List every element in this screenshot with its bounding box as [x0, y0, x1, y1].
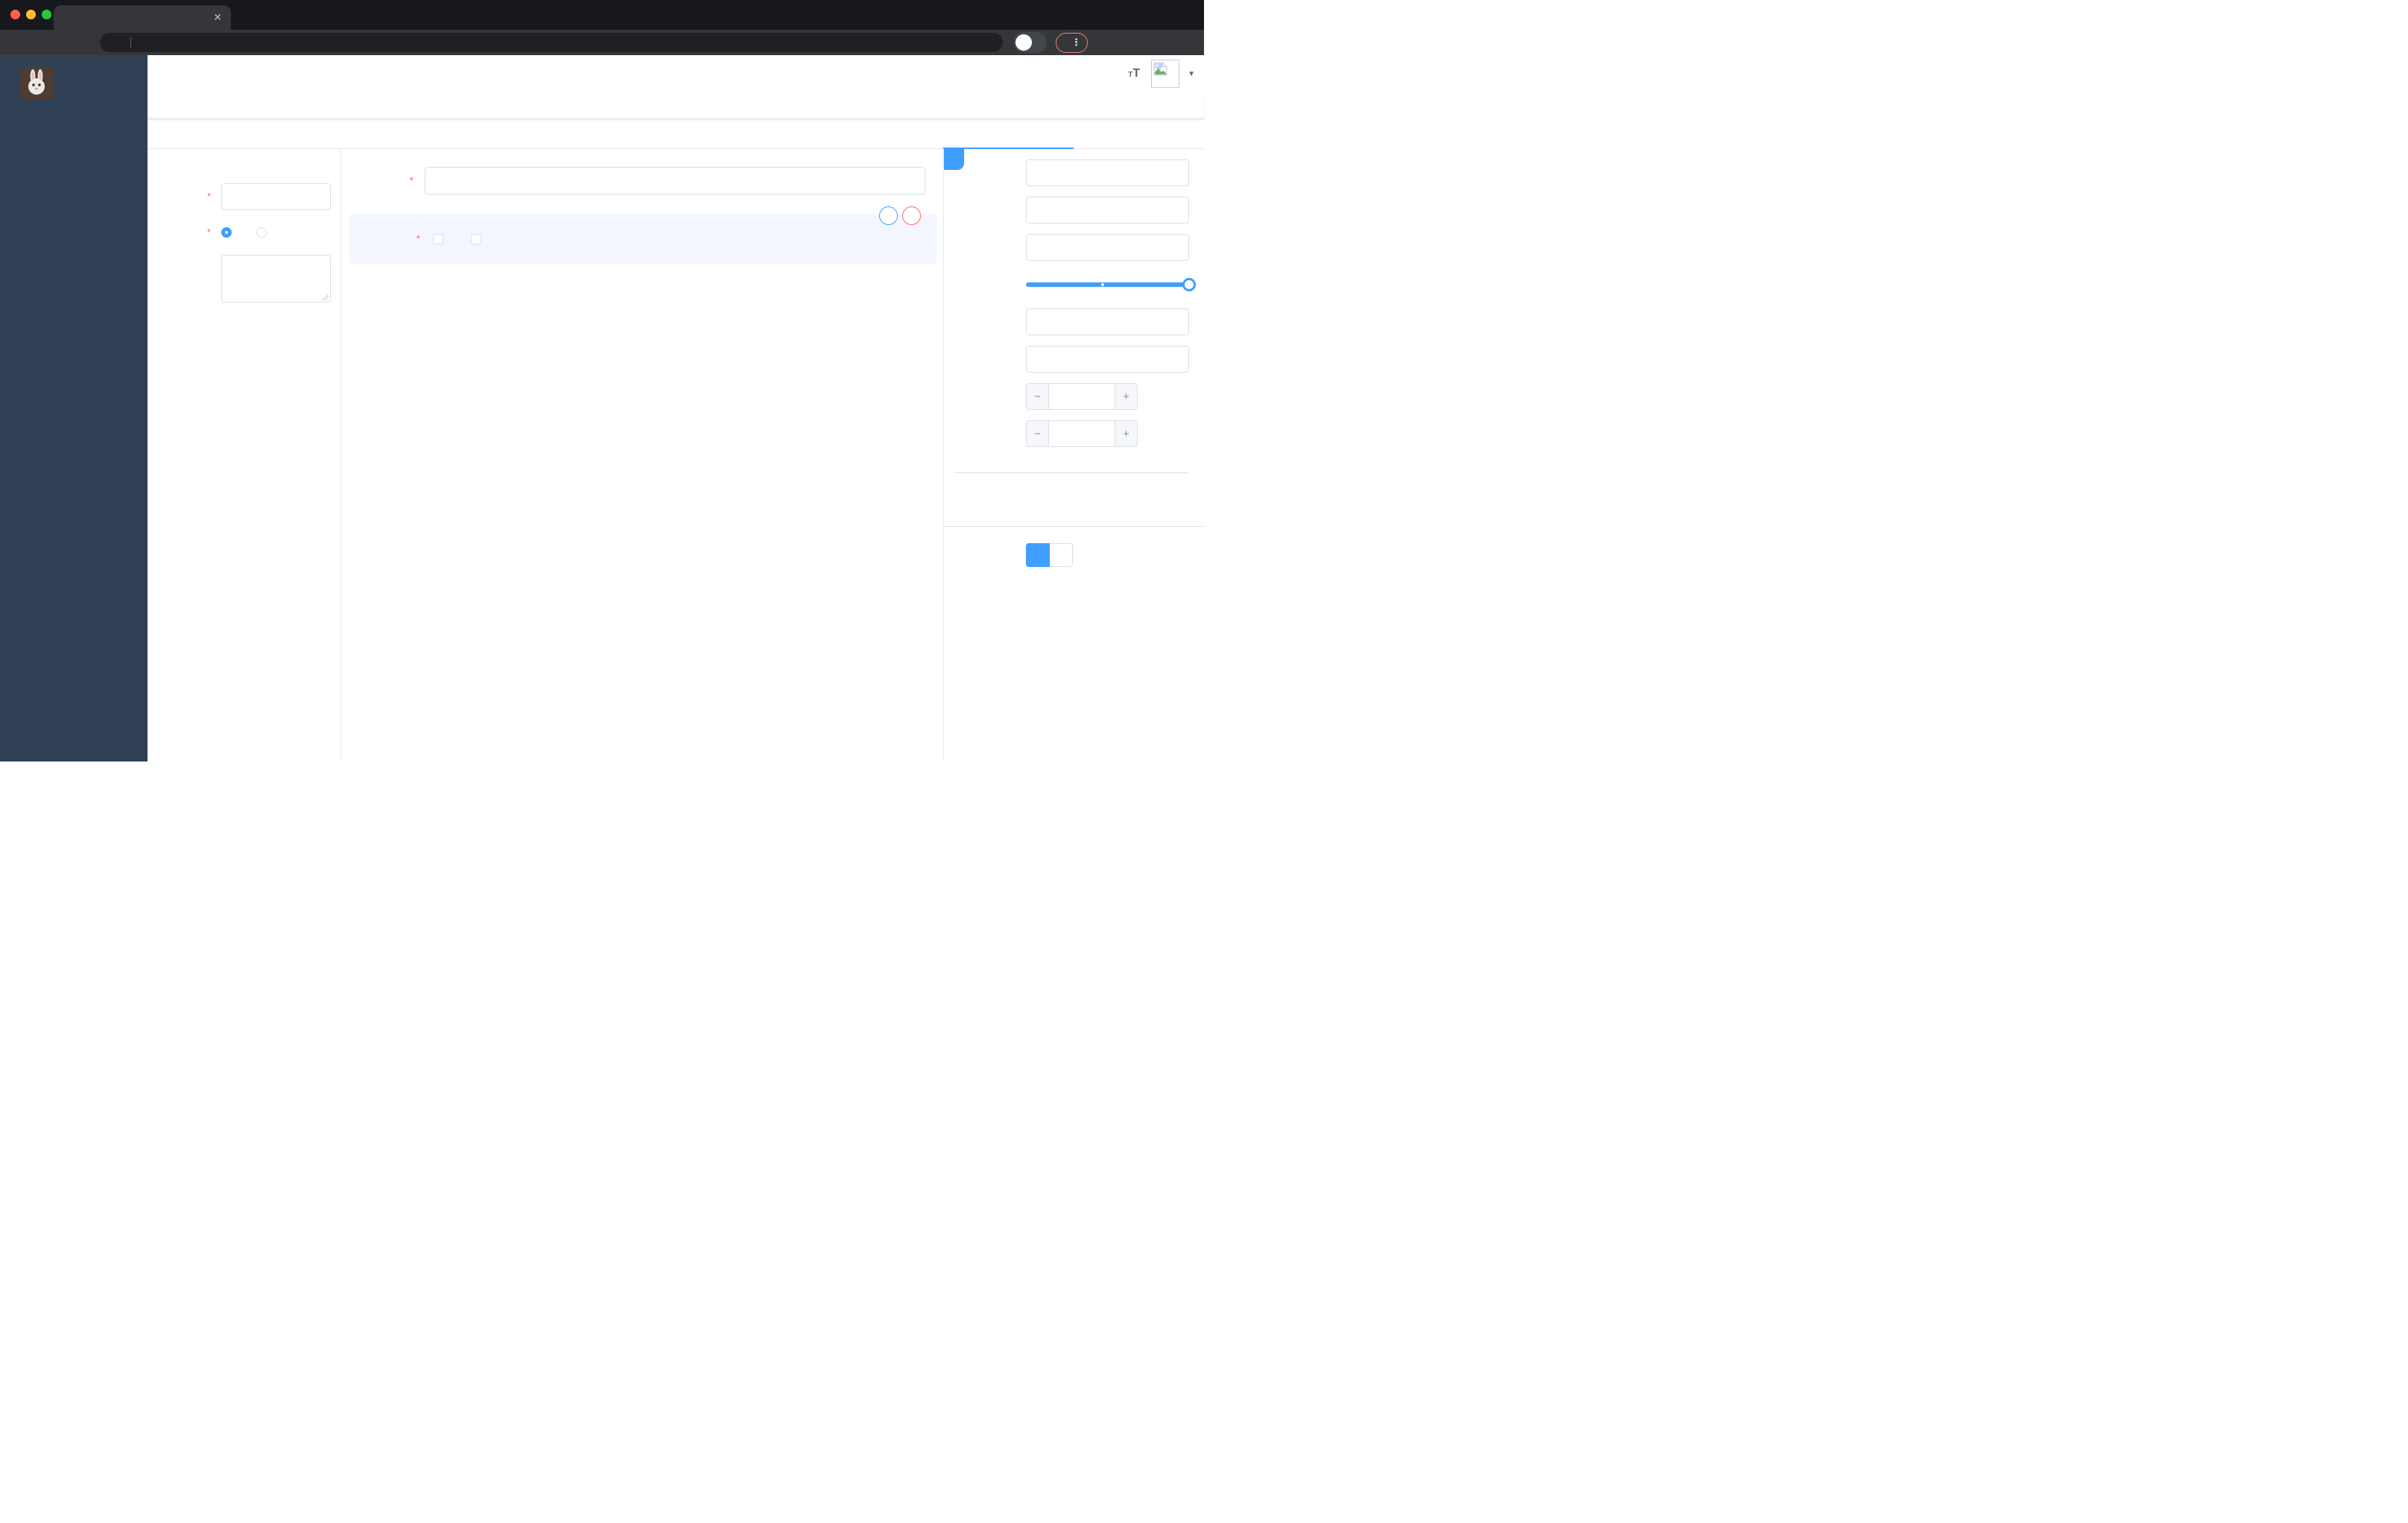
- component-palette: [148, 149, 341, 762]
- incognito-icon: [1018, 37, 1029, 48]
- status-on-radio[interactable]: [221, 227, 237, 238]
- eye-icon: [885, 128, 896, 139]
- props-tabs: [943, 119, 1204, 149]
- form-status-label: [156, 226, 213, 239]
- chevron-down-icon: [1171, 169, 1179, 177]
- form-meta: [159, 183, 331, 303]
- copy-icon: [884, 212, 893, 221]
- field-name-input[interactable]: [1026, 197, 1189, 224]
- delete-icon: [907, 212, 916, 221]
- macos-window-controls[interactable]: [10, 10, 51, 19]
- app-header: TT ▼: [148, 55, 1204, 92]
- min-select-input[interactable]: [1049, 384, 1115, 409]
- phone-field-label: [341, 175, 416, 186]
- font-size-icon[interactable]: TT: [1128, 67, 1140, 80]
- designer-header: [148, 119, 943, 149]
- trash-icon: [918, 128, 929, 139]
- plus-button[interactable]: +: [1115, 384, 1137, 409]
- gender-option-1-checkbox[interactable]: [433, 233, 450, 244]
- password-key-icon[interactable]: [964, 37, 975, 48]
- status-off-radio[interactable]: [256, 227, 272, 238]
- clear-button[interactable]: [918, 128, 933, 139]
- collapse-sidebar-icon[interactable]: [159, 67, 174, 81]
- check-icon: [852, 128, 864, 139]
- form-canvas[interactable]: [341, 149, 943, 762]
- reload-icon[interactable]: [54, 37, 67, 49]
- logo-rabbit-image: [20, 67, 53, 100]
- close-window-button[interactable]: [10, 10, 20, 19]
- plus-circle-icon: [974, 495, 986, 507]
- tab-component-props[interactable]: [943, 119, 1074, 148]
- component-type-select[interactable]: [1026, 159, 1189, 186]
- github-icon[interactable]: [1048, 67, 1062, 81]
- add-option-button[interactable]: [974, 495, 1204, 507]
- sidebar: [0, 55, 148, 762]
- slider-stop: [1100, 283, 1104, 286]
- browser-tabstrip: ✕: [0, 0, 1204, 30]
- form-name-label: [159, 190, 213, 203]
- selected-component-gender[interactable]: [349, 206, 937, 264]
- option-style-group: [1026, 543, 1073, 567]
- style-button-button[interactable]: [1050, 543, 1073, 567]
- label-width-input[interactable]: [1026, 308, 1189, 335]
- max-select-input[interactable]: [1049, 421, 1115, 446]
- slider-handle[interactable]: [1182, 278, 1196, 291]
- tab-form-props[interactable]: [1074, 119, 1204, 148]
- link-chip[interactable]: [944, 149, 964, 170]
- save-button[interactable]: [852, 128, 867, 139]
- browser-toolbar: ⋮: [0, 30, 1204, 55]
- zoom-window-button[interactable]: [42, 10, 51, 19]
- bookmark-star-icon[interactable]: [983, 37, 994, 48]
- form-name-input[interactable]: [221, 183, 331, 210]
- not-secure-icon: [109, 38, 118, 48]
- max-select-stepper[interactable]: − +: [1026, 420, 1138, 447]
- options-divider: [954, 465, 1189, 480]
- phone-field-input[interactable]: [425, 167, 925, 194]
- minimize-window-button[interactable]: [26, 10, 36, 19]
- link-icon: [948, 154, 960, 165]
- address-bar[interactable]: [100, 33, 1003, 52]
- back-icon[interactable]: [10, 37, 22, 49]
- avatar-caret-icon[interactable]: ▼: [1188, 70, 1195, 78]
- browser-tab[interactable]: ✕: [54, 5, 231, 30]
- default-value-input[interactable]: [1026, 346, 1189, 373]
- minus-button[interactable]: −: [1027, 384, 1049, 409]
- chrome-update-button[interactable]: ⋮: [1056, 32, 1088, 53]
- search-icon[interactable]: [1021, 67, 1035, 81]
- avatar[interactable]: [1151, 60, 1180, 88]
- forward-icon[interactable]: [32, 37, 45, 49]
- incognito-badge: [1013, 32, 1047, 53]
- style-default-button[interactable]: [1026, 543, 1050, 567]
- minus-button[interactable]: −: [1027, 421, 1049, 446]
- url-divider: [130, 37, 131, 48]
- section-divider: [944, 526, 1204, 527]
- browser-menu-icon[interactable]: ⋮: [1071, 37, 1081, 48]
- header-actions: TT ▼: [1008, 60, 1195, 88]
- favicon-sprout-icon: [61, 12, 72, 23]
- view-json-button[interactable]: [885, 128, 900, 139]
- home-icon[interactable]: [77, 37, 89, 49]
- title-input[interactable]: [1026, 234, 1189, 261]
- sidebar-logo: [0, 55, 148, 110]
- help-icon[interactable]: [1074, 67, 1089, 81]
- min-select-stepper[interactable]: − +: [1026, 383, 1138, 410]
- form-grid-slider[interactable]: [1026, 271, 1196, 298]
- plus-button[interactable]: +: [1115, 421, 1137, 446]
- tags-view-bar: [148, 92, 1204, 119]
- tab-close-icon[interactable]: ✕: [212, 11, 224, 24]
- delete-component-button[interactable]: [902, 206, 921, 225]
- gender-option-2-checkbox[interactable]: [471, 233, 488, 244]
- gender-field-label: [349, 233, 422, 244]
- phone-field-row[interactable]: [341, 167, 943, 194]
- props-panel: − + − +: [943, 149, 1204, 762]
- copy-component-button[interactable]: [879, 206, 898, 225]
- fullscreen-icon[interactable]: [1101, 67, 1115, 81]
- form-remark-textarea[interactable]: [221, 255, 331, 303]
